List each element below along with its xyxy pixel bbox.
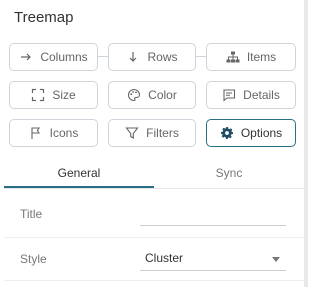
divider xyxy=(4,280,304,281)
connector xyxy=(98,56,108,57)
chevron-down-icon xyxy=(272,257,280,262)
palette-icon xyxy=(127,88,141,102)
title-input[interactable] xyxy=(140,203,286,226)
style-select[interactable]: Cluster xyxy=(140,248,286,271)
arrow-right-icon xyxy=(19,50,33,64)
columns-button[interactable]: Columns xyxy=(9,43,98,71)
options-label: Options xyxy=(240,126,283,140)
tab-general[interactable]: General xyxy=(4,158,154,188)
columns-label: Columns xyxy=(40,50,88,64)
details-button[interactable]: Details xyxy=(206,81,296,109)
color-label: Color xyxy=(148,88,177,102)
items-label: Items xyxy=(246,50,277,64)
hierarchy-icon xyxy=(226,50,240,64)
divider xyxy=(4,237,304,238)
flag-icon xyxy=(29,126,43,140)
options-button[interactable]: Options xyxy=(206,119,296,147)
vertical-scrollbar[interactable] xyxy=(304,0,308,287)
tab-sync[interactable]: Sync xyxy=(154,158,304,188)
style-value: Cluster xyxy=(145,251,184,265)
rows-button[interactable]: Rows xyxy=(108,43,196,71)
rows-label: Rows xyxy=(147,50,178,64)
title-label: Title xyxy=(20,207,43,221)
style-label: Style xyxy=(20,252,47,266)
arrow-down-icon xyxy=(126,50,140,64)
size-frame-icon xyxy=(31,88,45,102)
color-button[interactable]: Color xyxy=(108,81,196,109)
connector xyxy=(196,56,206,57)
treemap-settings-panel: Treemap Columns Rows Items Size Color De… xyxy=(0,0,304,287)
filters-button[interactable]: Filters xyxy=(108,119,196,147)
panel-title: Treemap xyxy=(14,9,74,26)
comment-icon xyxy=(222,88,236,102)
filters-label: Filters xyxy=(146,126,179,140)
items-button[interactable]: Items xyxy=(206,43,296,71)
details-label: Details xyxy=(243,88,280,102)
size-label: Size xyxy=(52,88,76,102)
icons-label: Icons xyxy=(49,126,79,140)
gear-icon xyxy=(220,126,234,140)
funnel-icon xyxy=(125,126,139,140)
icons-button[interactable]: Icons xyxy=(9,119,98,147)
size-button[interactable]: Size xyxy=(9,81,98,109)
